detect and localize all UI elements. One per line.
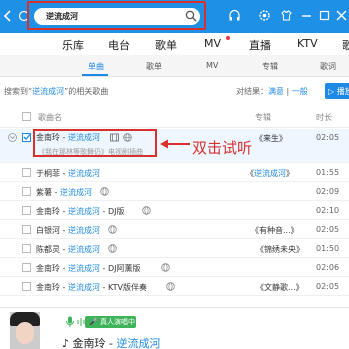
feedback-ok-link[interactable]: 一般 [292, 87, 308, 96]
song-title[interactable]: 陈都灵 - 逆流成河 [36, 244, 100, 255]
album-name[interactable]: 《锦绣未央》 [256, 244, 304, 255]
main-nav: 乐库 电台 歌单 MV 直播 KTV 歌 [0, 33, 349, 55]
play-all-button[interactable]: ▷ 播放 [325, 83, 349, 99]
column-album: 专辑 [255, 113, 271, 122]
row-checkbox[interactable] [22, 282, 31, 291]
annotation-label: 双击试听 [192, 139, 253, 157]
song-list-header: 歌曲名 专辑 时长 [0, 104, 349, 128]
song-duration: 02:05 [316, 133, 340, 142]
row-checkbox[interactable] [22, 263, 31, 272]
player-panel: 🎤 真人演唱中 ♪ 金南玲 - 逆流成河 [0, 307, 349, 349]
globe-icon[interactable] [142, 206, 151, 215]
tab-lyrics[interactable]: 歌词 [320, 61, 336, 72]
feedback-satisfied-link[interactable]: 满意 [268, 87, 284, 96]
avatar[interactable] [10, 312, 40, 349]
song-title[interactable]: 金南玲 - 逆流成河 - DJ阿薰版 [36, 263, 140, 274]
tab-playlists[interactable]: 歌单 [146, 61, 162, 72]
arrow-left-icon [160, 139, 190, 149]
song-row[interactable]: 白银河 - 逆流成河 《有种音...》 02:05 [0, 220, 349, 239]
song-row[interactable]: 金南玲 - 逆流成河 - DJ版 02:10 [0, 201, 349, 220]
nav-item-mv[interactable]: MV [204, 37, 221, 50]
result-type-tabs: 单曲 歌单 MV 专辑 歌词 [0, 55, 349, 77]
globe-icon[interactable] [100, 187, 109, 196]
album-name[interactable]: 《文静歌...》 [256, 282, 304, 293]
now-playing-title[interactable]: ♪ 金南玲 - 逆流成河 [62, 335, 161, 349]
row-checkbox[interactable] [22, 168, 31, 177]
song-duration: 02:10 [316, 206, 340, 215]
album-name[interactable]: 《逆流成河》 [246, 168, 294, 179]
mv-notification-dot [226, 36, 230, 40]
active-tab-underline [82, 74, 108, 76]
tab-songs[interactable]: 单曲 [88, 61, 104, 72]
search-icon[interactable] [185, 10, 197, 22]
song-title[interactable]: 金南玲 - 逆流成河 - DJ版 [36, 206, 124, 217]
close-icon[interactable] [335, 9, 348, 22]
song-row[interactable]: 金南玲 - 逆流成河 - DJ阿薰版 02:06 [0, 258, 349, 277]
avatar-face [16, 322, 34, 344]
nav-item-live[interactable]: 直播 [249, 37, 271, 53]
check-icon [23, 134, 31, 140]
song-duration: 02:05 [316, 282, 340, 291]
column-duration: 时长 [316, 113, 332, 122]
column-song-name: 歌曲名 [38, 113, 62, 122]
chevron-down-icon[interactable] [8, 133, 17, 142]
nav-item-ktv[interactable]: KTV [297, 37, 318, 50]
search-input[interactable]: 逆流成河 [34, 8, 200, 25]
results-summary: 搜索到“逆流成河”的相关歌曲 [4, 87, 109, 96]
tab-mv[interactable]: MV [206, 61, 218, 70]
song-row[interactable]: 于桐菲 - 逆流成河 《逆流成河》 01:55 [0, 163, 349, 182]
row-checkbox[interactable] [22, 244, 31, 253]
song-title[interactable]: 于桐菲 - 逆流成河 [36, 168, 100, 179]
nav-item-playlists[interactable]: 歌单 [155, 37, 177, 53]
sound-wave-icon [77, 318, 85, 326]
row-checkbox[interactable] [22, 225, 31, 234]
globe-icon[interactable] [161, 263, 170, 272]
song-row[interactable]: 金南玲 - 逆流成河 - KTV版伴奏 《文静歌...》 02:05 [0, 277, 349, 296]
song-duration: 02:09 [316, 187, 340, 196]
song-duration: 01:55 [316, 168, 340, 177]
song-row[interactable]: 紫薯 - 逆流成河 02:09 [0, 182, 349, 201]
select-all-checkbox[interactable] [22, 112, 31, 121]
album-name[interactable]: 《有种音...》 [251, 225, 299, 236]
minimize-icon[interactable] [300, 9, 313, 22]
globe-icon[interactable] [166, 282, 175, 291]
nav-item-radio[interactable]: 电台 [108, 37, 130, 53]
song-title[interactable]: 白银河 - 逆流成河 [36, 225, 100, 236]
back-icon[interactable] [2, 10, 14, 22]
skin-icon[interactable] [280, 9, 293, 22]
tab-albums[interactable]: 专辑 [262, 61, 278, 72]
song-title[interactable]: 紫薯 - 逆流成河 [36, 187, 92, 198]
song-row[interactable]: 陈都灵 - 逆流成河 《锦绣未央》 01:50 [0, 239, 349, 258]
microphone-icon [66, 316, 74, 327]
nav-item-more[interactable]: 歌 [342, 37, 349, 53]
live-singing-badge[interactable]: 🎤 真人演唱中 [85, 316, 136, 328]
headphones-icon[interactable] [228, 9, 241, 22]
search-query: 逆流成河 [46, 12, 78, 21]
top-bar: 逆流成河 [0, 0, 349, 33]
feedback-area: 对结果：满意 | 一般 [236, 87, 308, 96]
song-duration: 02:05 [316, 225, 340, 234]
globe-icon[interactable] [108, 244, 117, 253]
song-title[interactable]: 金南玲 - 逆流成河 - KTV版伴奏 [36, 282, 147, 293]
search-highlight-box: 逆流成河 [27, 1, 206, 30]
album-name[interactable]: 《来生》 [255, 133, 287, 144]
results-keyword: 逆流成河 [32, 87, 65, 96]
song-duration: 01:50 [316, 244, 340, 253]
nav-item-library[interactable]: 乐库 [62, 37, 84, 53]
maximize-icon[interactable] [318, 9, 331, 22]
results-info: 搜索到“逆流成河”的相关歌曲 对结果：满意 | 一般 ▷ 播放 [0, 80, 349, 102]
row-checkbox[interactable] [22, 187, 31, 196]
settings-icon[interactable] [258, 9, 271, 22]
row-checkbox[interactable] [22, 206, 31, 215]
highlight-box [33, 129, 157, 157]
globe-icon[interactable] [108, 225, 117, 234]
song-duration: 02:06 [316, 263, 340, 272]
